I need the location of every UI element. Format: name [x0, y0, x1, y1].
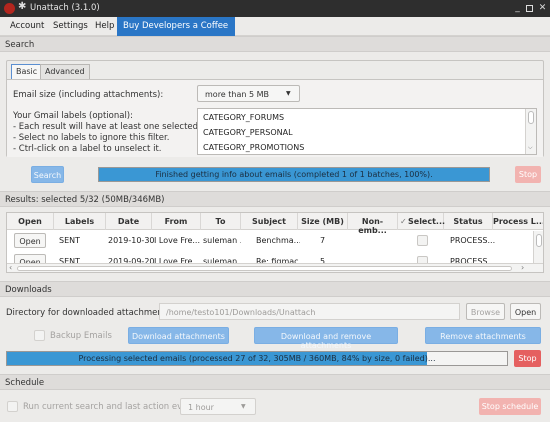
tab-basic[interactable]: Basic: [11, 64, 43, 79]
directory-input[interactable]: /home/testo101/Downloads/Unattach: [159, 303, 460, 320]
labels-help-1: Your Gmail labels (optional):: [13, 111, 133, 121]
menu-settings[interactable]: Settings: [53, 21, 88, 31]
row-subject: Re: figmac...: [256, 257, 300, 263]
menu-buy-coffee[interactable]: Buy Developers a Coffee: [117, 17, 235, 36]
labels-scrollbar[interactable]: ⌵: [525, 109, 536, 154]
col-subject[interactable]: Subject: [241, 213, 298, 230]
search-progress-text: Finished getting info about emails (comp…: [155, 170, 433, 179]
col-status[interactable]: Status: [444, 213, 493, 230]
row-open-button[interactable]: Open: [14, 254, 46, 263]
open-button[interactable]: Open: [510, 303, 541, 320]
directory-label: Directory for downloaded attachments:: [6, 308, 174, 318]
row-to: suleman ...: [203, 236, 241, 245]
minimize-icon[interactable]: _: [512, 3, 523, 14]
row-select-checkbox[interactable]: [417, 256, 428, 263]
row-open-button[interactable]: Open: [14, 233, 46, 248]
labels-help-3: - Select no labels to ignore this filter…: [13, 133, 170, 143]
results-section-header: Results: selected 5/32 (50MB/346MB): [0, 191, 550, 207]
dropdown-arrow-icon: ▼: [286, 90, 291, 97]
search-button[interactable]: Search: [31, 166, 64, 183]
downloads-header-label: Downloads: [5, 285, 52, 295]
remove-attachments-button[interactable]: Remove attachments: [425, 327, 541, 344]
maximize-icon[interactable]: [524, 3, 535, 14]
results-header-label: Results: selected 5/32 (50MB/346MB): [5, 195, 165, 205]
row-status: PROCESS...: [450, 257, 495, 263]
check-header-icon: ✓: [400, 217, 407, 226]
backup-emails-label: Backup Emails: [50, 331, 112, 341]
download-progress-bar: Processing selected emails (processed 27…: [6, 351, 508, 366]
col-date[interactable]: Date: [106, 213, 152, 230]
schedule-section-header: Schedule: [0, 374, 550, 390]
col-to[interactable]: To: [201, 213, 241, 230]
email-size-select[interactable]: more than 5 MB ▼: [197, 85, 300, 102]
row-from: I Love Fre...: [154, 257, 200, 263]
row-to: suleman ...: [203, 257, 241, 263]
window-title: Unattach (3.1.0): [30, 3, 100, 13]
app-logo-icon: [4, 3, 15, 14]
results-hscroll[interactable]: ‹ ›: [7, 263, 543, 272]
row-status: PROCESS...: [450, 236, 495, 245]
row-size: 7: [320, 236, 326, 245]
menu-help[interactable]: Help: [95, 21, 114, 31]
row-labels: SENT: [59, 257, 81, 263]
download-progress-text: Processing selected emails (processed 27…: [78, 354, 436, 363]
schedule-interval-value: 1 hour: [188, 403, 214, 412]
labels-help-2: - Each result will have at least one sel…: [13, 122, 225, 132]
table-header: Open Labels Date From To Subject Size (M…: [7, 213, 543, 235]
results-vscroll[interactable]: [533, 231, 543, 263]
search-panel: Basic Advanced Email size (including att…: [6, 60, 544, 157]
label-item[interactable]: CATEGORY_PERSONAL: [203, 128, 293, 137]
row-select-checkbox[interactable]: [417, 235, 428, 246]
search-progress-bar: Finished getting info about emails (comp…: [98, 167, 490, 182]
row-size: 5: [320, 257, 326, 263]
email-size-value: more than 5 MB: [205, 90, 270, 99]
download-stop-button[interactable]: Stop: [514, 350, 541, 367]
email-size-label: Email size (including attachments):: [13, 90, 164, 100]
results-table: Open Labels Date From To Subject Size (M…: [6, 212, 544, 273]
tab-advanced[interactable]: Advanced: [40, 64, 90, 79]
col-non-embedded[interactable]: Non-emb...: [348, 213, 398, 235]
dropdown-arrow-icon: ▼: [241, 403, 246, 410]
row-date: 2019-09-20: [108, 257, 155, 263]
title-bar: ✱ Unattach (3.1.0) _ ✕: [0, 0, 550, 17]
table-row[interactable]: Open SENT 2019-10-30 I Love Fre... sulem…: [7, 231, 533, 251]
labels-help-4: - Ctrl-click on a label to unselect it.: [13, 144, 162, 154]
schedule-run-label: Run current search and last action every: [23, 402, 196, 412]
row-date: 2019-10-30: [108, 236, 155, 245]
col-labels[interactable]: Labels: [54, 213, 106, 230]
label-item[interactable]: CATEGORY_FORUMS: [203, 113, 284, 122]
directory-value: /home/testo101/Downloads/Unattach: [166, 308, 316, 317]
browse-button[interactable]: Browse: [466, 303, 505, 320]
downloads-section-header: Downloads: [0, 281, 550, 297]
menu-account[interactable]: Account: [10, 21, 44, 31]
col-selected[interactable]: Select...: [408, 213, 445, 230]
row-labels: SENT: [59, 236, 81, 245]
download-remove-button[interactable]: Download and remove attachments: [254, 327, 398, 350]
col-from[interactable]: From: [152, 213, 201, 230]
menu-bar: Account Settings Help Buy Developers a C…: [0, 17, 550, 36]
stop-schedule-button[interactable]: Stop schedule: [479, 398, 541, 415]
col-process-log[interactable]: Process L...: [493, 213, 543, 230]
label-item[interactable]: CATEGORY_PROMOTIONS: [203, 143, 304, 152]
search-section-header: Search: [0, 36, 550, 52]
table-row[interactable]: Open SENT 2019-09-20 I Love Fre... sulem…: [7, 251, 533, 263]
backup-emails-checkbox[interactable]: [34, 330, 45, 341]
close-icon[interactable]: ✕: [537, 3, 548, 14]
tab-content: Email size (including attachments): more…: [7, 79, 543, 157]
col-open[interactable]: Open: [7, 213, 54, 230]
schedule-interval-select[interactable]: 1 hour ▼: [180, 398, 256, 415]
col-size[interactable]: Size (MB): [298, 213, 348, 230]
labels-list[interactable]: CATEGORY_FORUMS CATEGORY_PERSONAL CATEGO…: [197, 108, 537, 155]
gear-icon[interactable]: ✱: [18, 1, 26, 12]
schedule-checkbox[interactable]: [7, 401, 18, 412]
row-from: I Love Fre...: [154, 236, 200, 245]
search-stop-button[interactable]: Stop: [515, 166, 541, 183]
search-header-label: Search: [5, 40, 35, 50]
schedule-header-label: Schedule: [5, 378, 45, 388]
download-attachments-button[interactable]: Download attachments: [128, 327, 229, 344]
row-subject: Benchma...: [256, 236, 300, 245]
